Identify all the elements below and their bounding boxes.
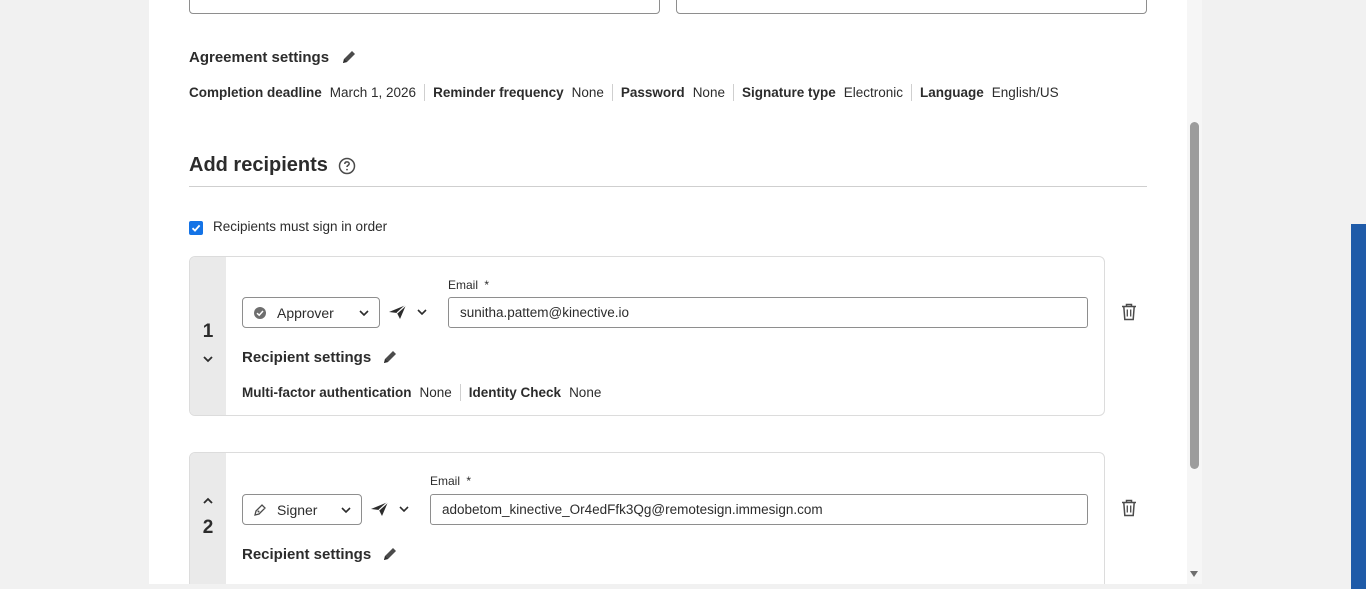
signer-pen-icon bbox=[254, 503, 266, 516]
chevron-down-icon bbox=[359, 309, 369, 316]
recipient-email-input[interactable] bbox=[430, 494, 1088, 525]
send-icon bbox=[371, 501, 389, 516]
agreement-settings-summary: Completion deadline March 1, 2026 Remind… bbox=[189, 84, 1067, 101]
recipient-role-dropdown[interactable]: Signer bbox=[242, 494, 362, 525]
recipient-settings-title: Recipient settings bbox=[242, 546, 372, 563]
recipient-card-2: 2 Signer Email * Recipient se bbox=[189, 452, 1105, 584]
setting-signature-type: Signature type Electronic bbox=[732, 84, 911, 101]
checkmark-icon bbox=[191, 224, 201, 232]
recipient-card-1: 1 Approver Email * sunitha.pattem@kinect… bbox=[189, 256, 1105, 416]
recipient-role-dropdown[interactable]: Approver bbox=[242, 297, 380, 328]
chevron-down-icon bbox=[341, 506, 351, 513]
sign-in-order-label: Recipients must sign in order bbox=[213, 219, 388, 234]
recipient-email-input[interactable] bbox=[448, 297, 1088, 328]
edit-agreement-settings-pencil-icon[interactable] bbox=[340, 48, 358, 66]
sign-in-order-checkbox[interactable] bbox=[189, 221, 203, 235]
setting-multi-factor-authentication: Multi-factor authentication None bbox=[242, 385, 452, 400]
chevron-down-icon bbox=[417, 309, 427, 315]
required-asterisk: * bbox=[484, 278, 490, 292]
main-panel: Agreement settings Completion deadline M… bbox=[149, 0, 1202, 584]
move-down-chevron-icon[interactable] bbox=[202, 355, 214, 363]
scrollbar-thumb[interactable] bbox=[1190, 122, 1199, 469]
side-accent-bar bbox=[1351, 224, 1366, 589]
scroll-down-arrow-icon[interactable] bbox=[1189, 570, 1199, 578]
approver-check-icon bbox=[254, 306, 266, 319]
delivery-method-dropdown[interactable] bbox=[370, 501, 409, 517]
recipient-role-label: Signer bbox=[277, 501, 318, 518]
setting-language: Language English/US bbox=[911, 84, 1067, 101]
top-field-right[interactable] bbox=[676, 0, 1147, 14]
top-field-left[interactable] bbox=[189, 0, 660, 14]
edit-recipient-settings-pencil-icon[interactable] bbox=[381, 545, 399, 563]
delivery-method-dropdown[interactable] bbox=[388, 304, 427, 320]
setting-identity-check: Identity Check None bbox=[459, 384, 610, 401]
delete-recipient-1-trash-icon[interactable] bbox=[1121, 303, 1137, 321]
edit-recipient-settings-pencil-icon[interactable] bbox=[381, 348, 399, 366]
setting-reminder-frequency: Reminder frequency None bbox=[424, 84, 612, 101]
required-asterisk: * bbox=[466, 474, 472, 488]
recipient-number: 1 bbox=[202, 321, 214, 342]
recipient-settings-title: Recipient settings bbox=[242, 349, 372, 366]
setting-completion-deadline: Completion deadline March 1, 2026 bbox=[189, 85, 417, 100]
send-icon bbox=[389, 304, 407, 319]
move-up-chevron-icon[interactable] bbox=[202, 497, 214, 505]
delete-recipient-2-trash-icon[interactable] bbox=[1121, 499, 1137, 517]
add-recipients-title: Add recipients bbox=[189, 154, 328, 176]
chevron-down-icon bbox=[399, 506, 409, 512]
recipient-role-label: Approver bbox=[277, 304, 334, 321]
recipient-number: 2 bbox=[202, 517, 214, 538]
help-icon[interactable] bbox=[338, 157, 356, 175]
setting-password: Password None bbox=[611, 84, 733, 101]
email-field-label: Email * bbox=[430, 474, 472, 488]
recipient-settings-summary: Multi-factor authentication None Identit… bbox=[242, 384, 609, 401]
email-field-label: Email * bbox=[448, 278, 490, 292]
section-divider bbox=[189, 186, 1147, 187]
agreement-settings-title: Agreement settings bbox=[189, 49, 330, 66]
